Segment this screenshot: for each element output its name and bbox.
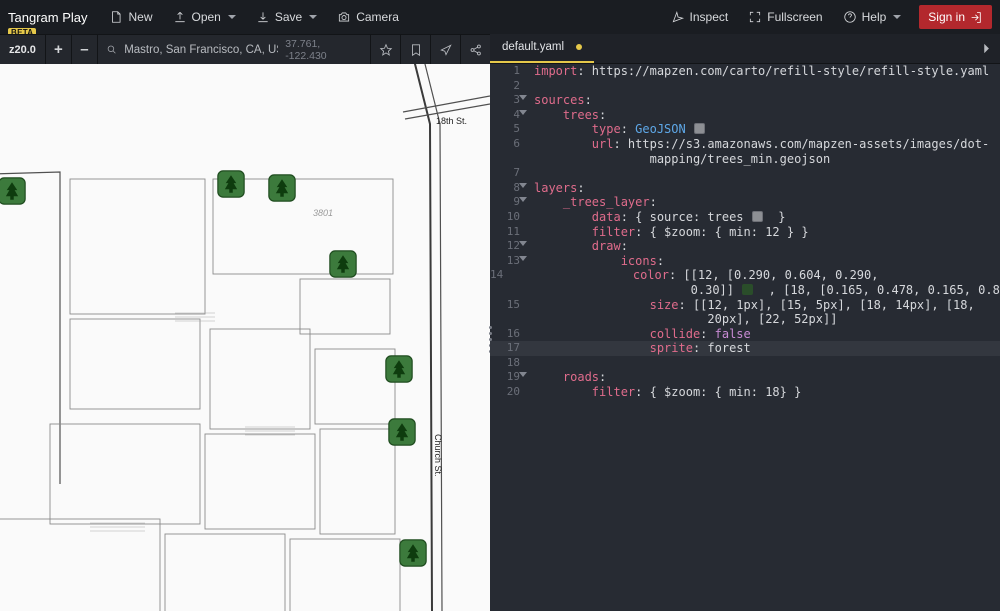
code-line[interactable]: 11 filter: { $zoom: { min: 12 } } xyxy=(490,225,1000,240)
house-number: 3801 xyxy=(313,208,333,218)
chevron-down-icon xyxy=(309,15,317,19)
map-panel: z20.0 + – 37.761, -122.430 xyxy=(0,34,490,611)
map-canvas[interactable]: 18th St. Church St. 3801 xyxy=(0,64,490,611)
save-label: Save xyxy=(275,10,302,24)
zoom-level: z20.0 xyxy=(0,44,45,56)
camera-icon xyxy=(337,10,351,24)
search-box[interactable]: 37.761, -122.430 xyxy=(97,35,370,65)
search-input[interactable] xyxy=(124,44,278,56)
code-line[interactable]: 7 xyxy=(490,166,1000,181)
upload-icon xyxy=(173,10,187,24)
code-line[interactable]: 18 xyxy=(490,356,1000,371)
street-label-18th: 18th St. xyxy=(436,116,467,126)
location-bar: z20.0 + – 37.761, -122.430 xyxy=(0,34,490,64)
signin-icon xyxy=(970,11,983,24)
editor-panel: default.yaml 1import: https://mapzen.com… xyxy=(490,34,1000,611)
share-icon xyxy=(469,43,483,57)
code-line[interactable]: 16 collide: false xyxy=(490,327,1000,342)
save-button[interactable]: Save xyxy=(246,0,327,34)
sign-in-button[interactable]: Sign in xyxy=(919,5,992,29)
code-line[interactable]: 2 xyxy=(490,79,1000,94)
search-icon xyxy=(106,43,117,56)
code-line[interactable]: 4 trees: xyxy=(490,108,1000,123)
chevron-right-icon xyxy=(982,44,991,53)
locate-button[interactable] xyxy=(430,35,460,65)
star-icon xyxy=(379,43,393,57)
code-line[interactable]: 10 data: { source: trees } xyxy=(490,210,1000,225)
file-icon xyxy=(109,10,123,24)
bookmark-button[interactable] xyxy=(400,35,430,65)
tree-icon xyxy=(268,174,296,202)
inspect-label: Inspect xyxy=(690,10,729,24)
new-button[interactable]: New xyxy=(99,0,162,34)
fullscreen-label: Fullscreen xyxy=(767,10,822,24)
new-label: New xyxy=(128,10,152,24)
code-line[interactable]: 5 type: GeoJSON xyxy=(490,122,1000,137)
coords-label: 37.761, -122.430 xyxy=(285,38,362,62)
inspect-icon xyxy=(671,10,685,24)
tree-marker xyxy=(385,355,413,383)
app-title: Tangram Play xyxy=(8,10,87,25)
fullscreen-button[interactable]: Fullscreen xyxy=(738,0,832,34)
help-label: Help xyxy=(862,10,887,24)
zoom-in-button[interactable]: + xyxy=(45,35,71,65)
help-icon xyxy=(843,10,857,24)
camera-label: Camera xyxy=(356,10,399,24)
chevron-down-icon xyxy=(893,15,901,19)
fullscreen-icon xyxy=(748,10,762,24)
code-line[interactable]: 6 url: https://s3.amazonaws.com/mapzen-a… xyxy=(490,137,1000,166)
collapse-editor-button[interactable] xyxy=(976,38,996,58)
tree-icon xyxy=(399,539,427,567)
sign-in-label: Sign in xyxy=(928,10,965,24)
code-line[interactable]: 19 roads: xyxy=(490,370,1000,385)
app-brand: Tangram Play BETA xyxy=(8,10,87,25)
open-label: Open xyxy=(192,10,221,24)
main-split: z20.0 + – 37.761, -122.430 xyxy=(0,34,1000,611)
code-line[interactable]: 9 _trees_layer: xyxy=(490,195,1000,210)
tree-icon xyxy=(385,355,413,383)
unsaved-dot-icon xyxy=(576,44,582,50)
tree-icon xyxy=(0,177,26,205)
tree-marker xyxy=(268,174,296,202)
tree-marker xyxy=(399,539,427,567)
camera-button[interactable]: Camera xyxy=(327,0,409,34)
tree-icon xyxy=(329,250,357,278)
chevron-down-icon xyxy=(228,15,236,19)
tree-icon xyxy=(388,418,416,446)
download-icon xyxy=(256,10,270,24)
map-svg: 18th St. Church St. 3801 xyxy=(0,64,490,611)
code-editor[interactable]: 1import: https://mapzen.com/carto/refill… xyxy=(490,64,1000,611)
editor-tab[interactable]: default.yaml xyxy=(490,33,594,63)
share-button[interactable] xyxy=(460,35,490,65)
code-line[interactable]: 8layers: xyxy=(490,181,1000,196)
inspect-button[interactable]: Inspect xyxy=(661,0,739,34)
zoom-out-button[interactable]: – xyxy=(71,35,97,65)
code-line[interactable]: 20 filter: { $zoom: { min: 18} } xyxy=(490,385,1000,400)
tree-marker xyxy=(217,170,245,198)
open-button[interactable]: Open xyxy=(163,0,246,34)
code-line[interactable]: 15 size: [[12, 1px], [15, 5px], [18, 14p… xyxy=(490,298,1000,327)
tree-marker xyxy=(0,177,26,205)
help-button[interactable]: Help xyxy=(833,0,912,34)
top-menu-bar: Tangram Play BETA New Open Save Camera I… xyxy=(0,0,1000,34)
bookmark-icon xyxy=(409,43,423,57)
tree-marker xyxy=(388,418,416,446)
code-line[interactable]: 1import: https://mapzen.com/carto/refill… xyxy=(490,64,1000,79)
editor-tab-bar: default.yaml xyxy=(490,34,1000,64)
code-line[interactable]: 14 color: [[12, [0.290, 0.604, 0.290, 0.… xyxy=(490,268,1000,297)
location-arrow-icon xyxy=(439,43,453,57)
code-line[interactable]: 13 icons: xyxy=(490,254,1000,269)
tab-filename: default.yaml xyxy=(502,41,564,53)
code-line[interactable]: 3sources: xyxy=(490,93,1000,108)
code-line[interactable]: 12 draw: xyxy=(490,239,1000,254)
street-label-church: Church St. xyxy=(433,434,443,477)
tree-marker xyxy=(329,250,357,278)
code-line[interactable]: 17 sprite: forest xyxy=(490,341,1000,356)
tree-icon xyxy=(217,170,245,198)
favorite-button[interactable] xyxy=(370,35,400,65)
